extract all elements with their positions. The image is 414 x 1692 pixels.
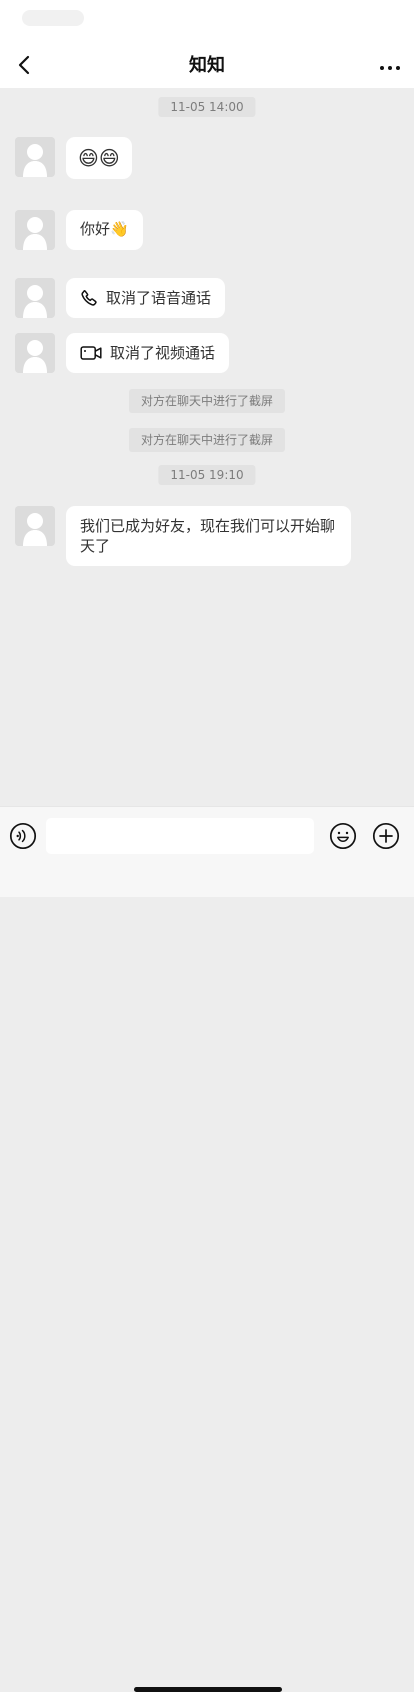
emoji-icon bbox=[329, 822, 357, 850]
top-navigation-bar: 知知 bbox=[0, 44, 414, 88]
timestamp: 11-05 19:10 bbox=[158, 465, 256, 485]
avatar[interactable] bbox=[15, 333, 55, 373]
status-bar-blurred-text bbox=[22, 10, 84, 26]
avatar[interactable] bbox=[15, 137, 55, 177]
message-bubble[interactable]: 😄😄 bbox=[66, 137, 132, 179]
message-input[interactable] bbox=[46, 818, 314, 854]
video-icon bbox=[80, 345, 102, 361]
message-bubble[interactable]: 你好👋 bbox=[66, 210, 143, 250]
more-horizontal-icon bbox=[379, 59, 401, 74]
chat-area: 11-05 14:00 😄😄 你好👋 取消了语音通话 取消了视频通话 对方在聊天… bbox=[0, 88, 414, 806]
phone-icon bbox=[80, 289, 98, 307]
avatar[interactable] bbox=[15, 278, 55, 318]
emoji-button[interactable] bbox=[329, 822, 357, 850]
video-call-bubble[interactable]: 取消了视频通话 bbox=[66, 333, 230, 373]
status-bar bbox=[0, 0, 414, 44]
plus-icon bbox=[372, 822, 400, 850]
chat-input-bar bbox=[0, 806, 414, 1692]
message-bubble[interactable]: 我们已成为好友，现在我们可以开始聊天了 bbox=[66, 506, 351, 566]
call-status-text: 取消了语音通话 bbox=[106, 289, 212, 307]
voice-button[interactable] bbox=[9, 822, 37, 850]
friend-added-message-text: 我们已成为好友，现在我们可以开始聊天了 bbox=[80, 517, 336, 555]
emoji-message-text: 😄😄 bbox=[78, 146, 120, 170]
message-text: 你好👋 bbox=[80, 220, 129, 238]
timestamp: 11-05 14:00 bbox=[158, 97, 256, 117]
call-status-text: 取消了视频通话 bbox=[110, 344, 216, 362]
voice-icon bbox=[9, 822, 37, 850]
avatar[interactable] bbox=[15, 506, 55, 546]
chat-title: 知知 bbox=[189, 55, 225, 76]
system-notice: 对方在聊天中进行了截屏 bbox=[128, 389, 286, 413]
avatar[interactable] bbox=[15, 210, 55, 250]
home-indicator bbox=[134, 1687, 282, 1692]
add-button[interactable] bbox=[372, 822, 400, 850]
system-notice: 对方在聊天中进行了截屏 bbox=[128, 428, 286, 452]
voice-call-bubble[interactable]: 取消了语音通话 bbox=[66, 278, 226, 318]
more-button[interactable] bbox=[372, 54, 408, 78]
